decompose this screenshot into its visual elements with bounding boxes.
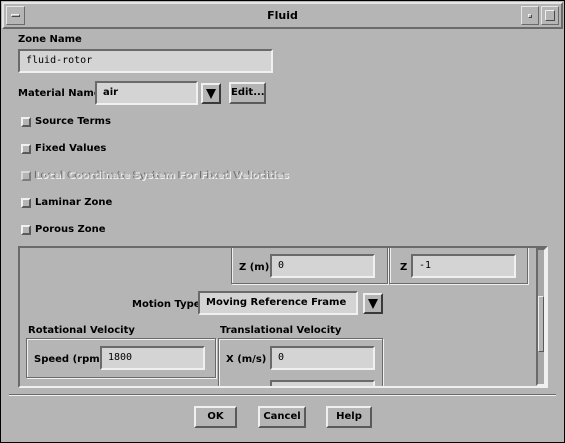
material-name-label: Material Name [18,88,101,99]
fixed-values-label[interactable]: Fixed Values [35,143,106,154]
material-dropdown-button[interactable] [201,83,221,104]
chevron-down-icon [368,299,378,309]
window-title: Fluid [267,9,298,22]
chevron-down-icon [206,89,216,99]
rotational-velocity-title: Rotational Velocity [28,325,135,336]
cancel-button[interactable]: Cancel [258,406,306,428]
minimize-icon[interactable] [521,6,539,25]
footer-separator [9,394,556,396]
laminar-zone-checkbox[interactable] [21,198,31,208]
z-axis-label: Z [400,262,408,273]
motion-type-dropdown-button[interactable] [363,293,383,314]
speed-label: Speed (rpm) [34,354,105,365]
z-origin-input[interactable]: 0 [270,254,375,278]
x-velocity-input[interactable]: 0 [270,346,375,370]
maximize-icon[interactable] [541,6,559,25]
porous-zone-label[interactable]: Porous Zone [35,224,106,235]
local-coordinate-label: Local Coordinate System For Fixed Veloci… [35,170,289,181]
motion-type-label: Motion Type [132,299,201,310]
title-bar[interactable]: Fluid [2,2,563,29]
zone-name-input[interactable]: fluid-rotor [18,49,273,73]
zone-name-label: Zone Name [18,34,82,45]
local-coordinate-checkbox [21,171,31,181]
y-velocity-input[interactable] [270,380,375,386]
x-velocity-label: X (m/s) [226,354,267,365]
fluid-dialog: Fluid Zone Name fluid-rotor Material Nam… [0,0,565,443]
z-axis-input[interactable]: -1 [411,254,516,278]
translational-velocity-title: Translational Velocity [220,325,342,336]
help-button[interactable]: Help [326,406,372,428]
ok-button[interactable]: OK [194,406,237,428]
source-terms-label[interactable]: Source Terms [35,116,111,127]
edit-material-button[interactable]: Edit... [229,82,266,104]
motion-type-select[interactable]: Moving Reference Frame [198,291,358,315]
fixed-values-checkbox[interactable] [21,144,31,154]
scrollbar-thumb[interactable] [538,296,544,352]
porous-zone-checkbox[interactable] [21,225,31,235]
z-origin-label: Z (m) [239,262,270,273]
source-terms-checkbox[interactable] [21,117,31,127]
material-select[interactable]: air [95,81,198,105]
motion-scroll-panel[interactable]: Z (m) 0 Z -1 Motion Type Moving Referenc… [18,246,548,388]
laminar-zone-label[interactable]: Laminar Zone [35,197,112,208]
vertical-scrollbar[interactable] [536,248,546,386]
speed-input[interactable]: 1800 [100,346,205,370]
